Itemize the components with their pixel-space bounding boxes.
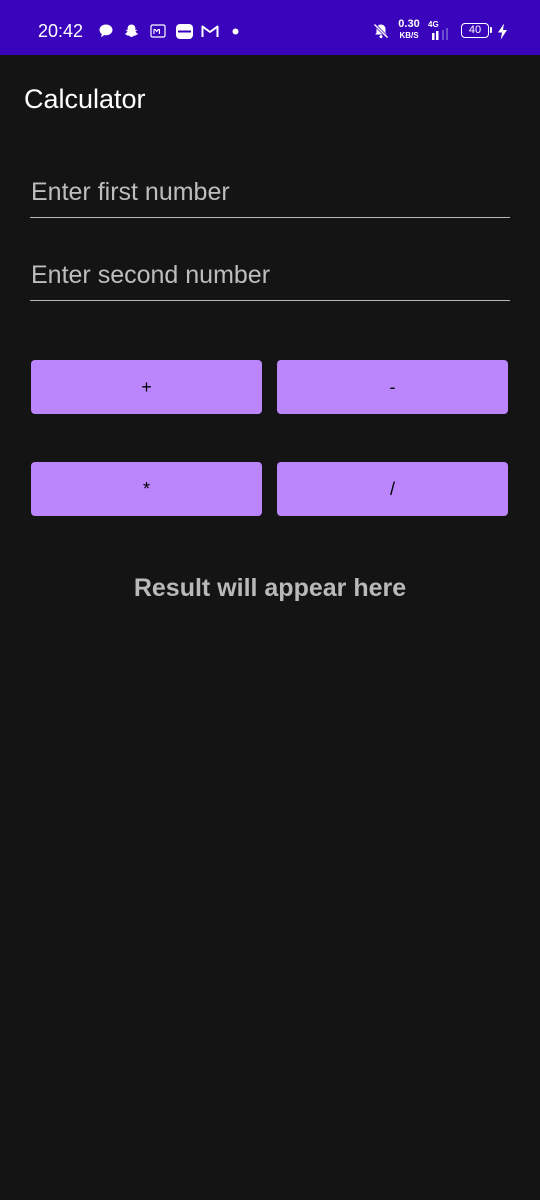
second-number-input[interactable]	[30, 257, 510, 301]
do-not-disturb-icon	[371, 20, 391, 42]
multiply-button[interactable]: *	[31, 462, 262, 516]
result-text: Result will appear here	[133, 574, 407, 602]
charging-icon	[495, 20, 509, 42]
signal-icon	[430, 28, 456, 40]
dot-icon	[230, 20, 240, 42]
status-time: 20:42	[38, 21, 84, 41]
battery-icon: 40	[461, 23, 489, 38]
subtract-button[interactable]: -	[277, 360, 508, 414]
battery-tip	[490, 27, 492, 33]
add-button[interactable]: +	[31, 360, 262, 414]
divide-button[interactable]: /	[277, 462, 508, 516]
net-speed-value: 0.30	[398, 18, 420, 30]
first-number-input[interactable]	[30, 174, 510, 218]
status-bar: 20:42 0.30 KB/S 4G 40	[0, 0, 540, 55]
app-m-icon	[149, 20, 167, 42]
chat-app-icon	[174, 20, 194, 42]
app-title: Calculator	[24, 84, 146, 114]
message-icon	[97, 20, 115, 42]
net-speed: 0.30 KB/S	[394, 18, 424, 41]
net-speed-unit: KB/S	[399, 31, 419, 40]
gmail-icon	[199, 20, 221, 42]
snapchat-icon	[122, 20, 140, 42]
